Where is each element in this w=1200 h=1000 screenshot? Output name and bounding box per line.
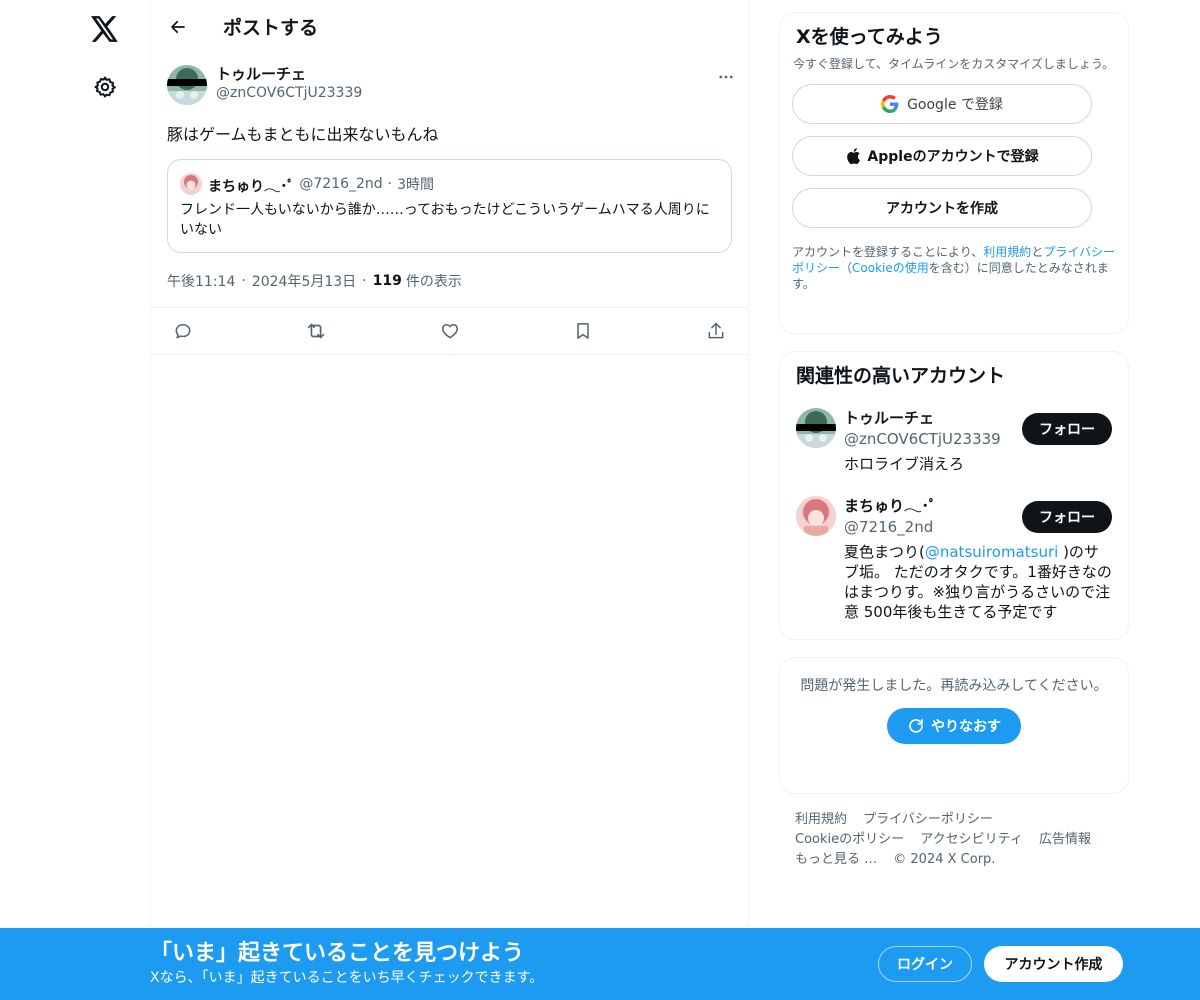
x-logo-icon[interactable] xyxy=(88,12,122,46)
follow-button[interactable]: フォロー xyxy=(1022,413,1112,445)
right-sidebar: Xを使ってみよう 今すぐ登録して、タイムラインをカスタマイズしましょう。 Goo… xyxy=(779,0,1129,870)
terms-prefix: アカウントを登録することにより、 xyxy=(792,245,984,259)
related-title: 関連性の高いアカウント xyxy=(796,365,1006,387)
retry-label: やりなおす xyxy=(931,719,1001,735)
more-options-icon[interactable] xyxy=(714,65,738,89)
bottom-signup-bar: 「いま」起きていることを見つけよう Xなら、「いま」起きていることをいち早くチェ… xyxy=(0,928,1200,1000)
footer-link-more[interactable]: もっと見る … xyxy=(795,852,877,867)
terms-paren: （ xyxy=(840,261,853,275)
google-signup-label: Google で登録 xyxy=(907,97,1003,113)
error-message: 問題が発生しました。再読み込みしてください。 xyxy=(800,678,1108,694)
quoted-separator: · xyxy=(387,176,393,192)
related-account[interactable]: トゥルーチェ @znCOV6CTjU23339 ホロライブ消えろ フォロー xyxy=(796,408,1112,474)
create-account-label: アカウントを作成 xyxy=(886,201,998,217)
avatar[interactable] xyxy=(796,496,836,536)
related-account[interactable]: まちゅり𓂃･ﾟ @7216_2nd 夏色まつり(@natsuiromatsuri… xyxy=(796,496,1112,622)
apple-signup-label: Appleのアカウントで登録 xyxy=(867,149,1039,165)
terms-link[interactable]: 利用規約 xyxy=(983,245,1031,259)
gear-icon[interactable] xyxy=(88,70,122,104)
quoted-post[interactable]: まちゅり𓂃･ﾟ @7216_2nd · 3時間 フレンド一人もいないから誰か……… xyxy=(167,159,732,253)
author-handle[interactable]: @znCOV6CTjU23339 xyxy=(216,83,362,103)
bottom-bar-subtitle: Xなら、「いま」起きていることをいち早くチェックできます。 xyxy=(150,970,544,986)
quoted-author-name: まちゅり𓂃･ﾟ xyxy=(208,179,295,195)
signup-title: Xを使ってみよう xyxy=(796,26,943,48)
login-button[interactable]: ログイン xyxy=(878,946,972,982)
apple-icon xyxy=(845,147,861,165)
bio-mention-link[interactable]: @natsuiromatsuri xyxy=(925,543,1058,561)
footer-link-privacy[interactable]: プライバシーポリシー xyxy=(863,812,993,827)
action-bar xyxy=(151,307,748,355)
terms-text: アカウントを登録することにより、利用規約とプライバシーポリシー（Cookieの使… xyxy=(792,244,1116,292)
views-count: 119 xyxy=(372,273,402,289)
footer-link-accessibility[interactable]: アクセシビリティ xyxy=(920,832,1023,847)
left-rail xyxy=(0,0,150,1000)
related-accounts-card: 関連性の高いアカウント トゥルーチェ @znCOV6CTjU23339 ホロライ… xyxy=(779,351,1129,640)
quoted-time: 3時間 xyxy=(397,177,435,193)
post: トゥルーチェ @znCOV6CTjU23339 豚はゲームもまともに出来ないもん… xyxy=(151,53,748,355)
post-date[interactable]: 2024年5月13日 xyxy=(252,271,356,291)
bookmark-icon[interactable] xyxy=(571,319,595,343)
quoted-author-handle: @7216_2nd xyxy=(299,176,383,192)
avatar[interactable] xyxy=(796,408,836,448)
create-account-button[interactable]: アカウントを作成 xyxy=(792,188,1092,228)
bottom-bar-title: 「いま」起きていることを見つけよう xyxy=(150,941,525,966)
signup-button[interactable]: アカウント作成 xyxy=(984,946,1123,982)
page-title: ポストする xyxy=(223,17,319,39)
quoted-avatar xyxy=(180,173,202,195)
post-time[interactable]: 午後11:14 xyxy=(167,271,235,291)
footer-link-cookie[interactable]: Cookieのポリシー xyxy=(795,832,904,847)
bio-text: 夏色まつり( xyxy=(844,543,925,561)
footer-link-ads[interactable]: 広告情報 xyxy=(1039,832,1091,847)
page-header: ポストする xyxy=(151,0,748,53)
views-label: 件の表示 xyxy=(405,274,462,290)
post-author-row: トゥルーチェ @znCOV6CTjU23339 xyxy=(167,65,733,107)
quoted-post-header: まちゅり𓂃･ﾟ @7216_2nd · 3時間 xyxy=(180,172,719,196)
terms-and: と xyxy=(1031,245,1044,259)
related-bio: 夏色まつり(@natsuiromatsuri )のサブ垢。 ただのオタクです。1… xyxy=(844,542,1112,622)
quoted-text: フレンド一人もいないから誰か……っておもったけどこういうゲームハマる人周りにいな… xyxy=(180,202,710,238)
meta-separator: · xyxy=(362,273,367,289)
post-text: 豚はゲームもまともに出来ないもんね xyxy=(167,125,439,144)
google-icon xyxy=(881,95,899,113)
reply-icon[interactable] xyxy=(171,319,195,343)
author-name[interactable]: トゥルーチェ xyxy=(216,65,362,83)
refresh-icon xyxy=(907,717,925,735)
cookie-link[interactable]: Cookieの使用 xyxy=(852,261,929,275)
copyright: © 2024 X Corp. xyxy=(893,852,996,867)
apple-signup-button[interactable]: Appleのアカウントで登録 xyxy=(792,136,1092,176)
signup-subtitle: 今すぐ登録して、タイムラインをカスタマイズしましょう。 xyxy=(793,57,1115,71)
back-arrow-icon[interactable] xyxy=(165,14,191,40)
google-signup-button[interactable]: Google で登録 xyxy=(792,84,1092,124)
related-bio: ホロライブ消えろ xyxy=(844,455,965,473)
retry-button[interactable]: やりなおす xyxy=(887,708,1021,744)
share-icon[interactable] xyxy=(704,319,728,343)
repost-icon[interactable] xyxy=(304,319,328,343)
follow-button[interactable]: フォロー xyxy=(1022,501,1112,533)
signup-card: Xを使ってみよう 今すぐ登録して、タイムラインをカスタマイズしましょう。 Goo… xyxy=(779,12,1129,334)
like-icon[interactable] xyxy=(438,319,462,343)
main-column: ポストする トゥルーチェ @znCOV6CTjU23339 豚はゲームもまともに… xyxy=(150,0,749,928)
error-card: 問題が発生しました。再読み込みしてください。 やりなおす xyxy=(779,657,1129,794)
footer-links: 利用規約 プライバシーポリシー Cookieのポリシー アクセシビリティ 広告情… xyxy=(779,810,1129,870)
avatar[interactable] xyxy=(167,65,207,105)
footer-link-terms[interactable]: 利用規約 xyxy=(795,812,847,827)
meta-separator: · xyxy=(241,273,246,289)
post-meta: 午後11:14 · 2024年5月13日 · 119 件の表示 xyxy=(167,271,732,291)
